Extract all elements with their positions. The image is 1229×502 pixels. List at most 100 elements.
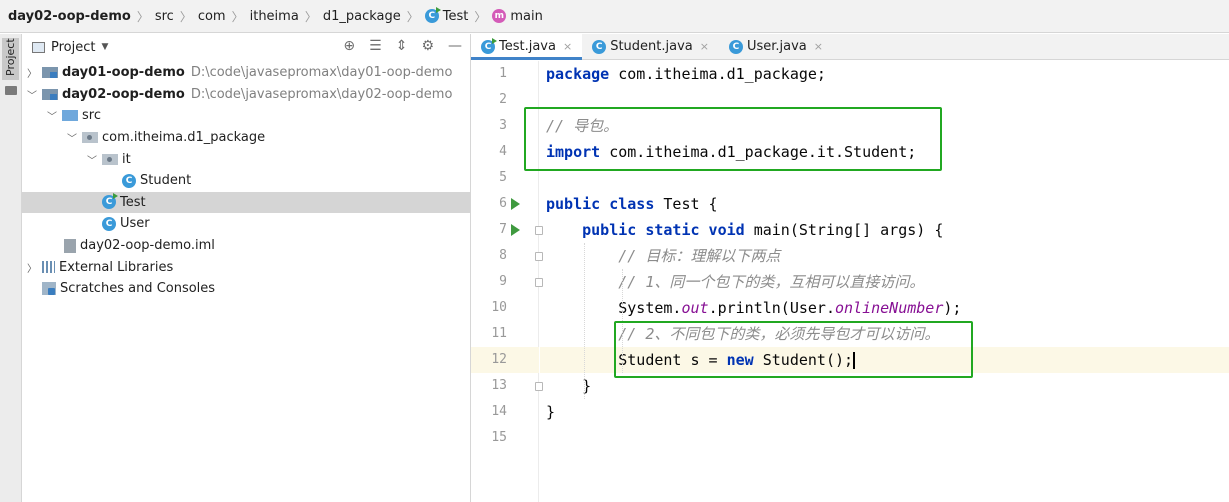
line-number: 12	[491, 352, 507, 367]
breadcrumb-item[interactable]: C Test	[424, 7, 469, 24]
folder-icon[interactable]	[5, 86, 17, 95]
editor-tab[interactable]: C Test.java ×	[471, 34, 583, 60]
project-view-icon	[32, 41, 45, 53]
editor-tab-label: User.java	[746, 39, 807, 54]
code-token: public class	[546, 195, 664, 213]
module-folder-icon	[42, 67, 58, 79]
code-line[interactable]: // 1、同一个包下的类，互相可以直接访问。	[546, 269, 924, 295]
code-line[interactable]: public static void main(String[] args) {	[546, 217, 943, 243]
breadcrumb-item[interactable]: src	[155, 9, 174, 24]
class-icon: C	[592, 39, 607, 54]
code-token: out	[681, 299, 709, 317]
line-number: 4	[499, 144, 507, 159]
tree-item-path: D:\code\javasepromax\day02-oop-demo	[190, 86, 453, 102]
line-number: 11	[491, 326, 507, 341]
breadcrumb-label: main	[510, 8, 543, 24]
editor-tab[interactable]: C User.java ×	[719, 34, 833, 59]
chevron-icon[interactable]: ﹀	[66, 130, 78, 145]
tree-item-label: Test	[120, 194, 146, 210]
editor-tab-label: Student.java	[610, 39, 693, 54]
run-icon[interactable]	[511, 224, 520, 236]
breadcrumb-separator: 〉	[406, 9, 419, 24]
tree-item[interactable]: ﹀ com.itheima.d1_package	[22, 127, 471, 149]
tree-item[interactable]: ﹀ day02-oop-demo D:\code\javasepromax\day0…	[22, 84, 471, 106]
breadcrumb-separator: 〉	[304, 9, 317, 24]
breadcrumb-label: com	[197, 8, 226, 24]
chevron-icon[interactable]: ﹀	[46, 108, 58, 123]
tree-item[interactable]: C User	[22, 213, 471, 235]
expand-all-icon[interactable]: ⇕	[396, 38, 408, 54]
breadcrumb-label: src	[154, 8, 174, 24]
project-panel-header: Project ▼ ⊕ ☰ ⇕ ⚙ —	[22, 34, 470, 60]
code-editor: C Test.java × C Student.java × C User.java × 123…	[471, 34, 1229, 502]
project-panel: Project ▼ ⊕ ☰ ⇕ ⚙ — 〉 day01-oop-demo D:\code\j…	[22, 34, 471, 502]
run-icon[interactable]	[511, 198, 520, 210]
breadcrumb-separator: 〉	[474, 9, 487, 24]
collapse-all-icon[interactable]: ☰	[369, 38, 382, 54]
line-number: 3	[499, 118, 507, 133]
libraries-icon	[42, 261, 55, 274]
tree-item[interactable]: C Test	[22, 191, 471, 214]
tree-item-label: com.itheima.d1_package	[102, 130, 266, 146]
code-line[interactable]: package com.itheima.d1_package;	[546, 61, 826, 87]
code-token: // 目标：理解以下两点	[618, 247, 781, 265]
breadcrumb-item[interactable]: m main	[492, 8, 543, 24]
class-run-icon: C	[481, 37, 497, 54]
line-number: 5	[499, 170, 507, 185]
breadcrumb-item[interactable]: d1_package	[323, 9, 401, 24]
code-token: );	[943, 299, 962, 317]
breadcrumb-separator: 〉	[136, 9, 149, 24]
source-folder-icon	[62, 110, 78, 122]
tree-item-label: src	[82, 108, 101, 124]
code-token: com.itheima.d1_package;	[618, 65, 826, 83]
breadcrumb-item[interactable]: com	[198, 9, 226, 24]
tree-item[interactable]: day02-oop-demo.iml	[22, 235, 471, 257]
tree-item-label: External Libraries	[59, 259, 174, 275]
breadcrumb-label: Test	[442, 8, 469, 24]
line-number: 7	[499, 222, 507, 237]
breadcrumb-separator: 〉	[179, 9, 192, 24]
project-tool-tab[interactable]: Project	[2, 38, 19, 80]
chevron-down-icon[interactable]: ▼	[101, 42, 108, 52]
tree-item[interactable]: Scratches and Consoles	[22, 278, 471, 300]
chevron-icon[interactable]: ﹀	[26, 87, 38, 102]
hide-icon[interactable]: —	[448, 38, 462, 54]
tree-item[interactable]: 〉 day01-oop-demo D:\code\javasepromax\day0…	[22, 62, 471, 84]
tree-item[interactable]: ﹀ src	[22, 105, 471, 127]
line-number: 1	[499, 66, 507, 81]
breadcrumb-item[interactable]: itheima	[250, 9, 299, 24]
breadcrumb-label: itheima	[249, 8, 299, 24]
tool-window-strip: Project	[0, 34, 22, 502]
chevron-icon[interactable]: 〉	[26, 260, 38, 275]
code-line[interactable]: }	[546, 399, 555, 425]
close-icon[interactable]: ×	[814, 40, 823, 53]
breadcrumb-label: d1_package	[322, 8, 401, 24]
tree-item-label: day01-oop-demo	[62, 65, 185, 81]
indent-guide	[584, 243, 585, 399]
module-file-icon	[64, 238, 76, 253]
line-number: 10	[491, 300, 507, 315]
close-icon[interactable]: ×	[700, 40, 709, 53]
line-number: 14	[491, 404, 507, 419]
code-line[interactable]: System.out.println(User.onlineNumber);	[546, 295, 961, 321]
chevron-icon[interactable]: 〉	[26, 65, 38, 80]
chevron-icon[interactable]: ﹀	[86, 152, 98, 167]
editor-tab[interactable]: C Student.java ×	[582, 34, 719, 59]
locate-icon[interactable]: ⊕	[343, 38, 355, 54]
breadcrumb-item[interactable]: day02-oop-demo	[8, 9, 131, 24]
class-icon: C	[122, 173, 136, 188]
code-line[interactable]: // 目标：理解以下两点	[546, 243, 780, 269]
line-number: 2	[499, 92, 507, 107]
tree-item[interactable]: ﹀ it	[22, 148, 471, 170]
gear-icon[interactable]: ⚙	[421, 38, 434, 54]
new-student-highlight-box	[614, 321, 973, 378]
code-token: }	[546, 403, 556, 421]
tree-item[interactable]: 〉 External Libraries	[22, 256, 471, 278]
editor-tab-bar: C Test.java × C Student.java × C User.java ×	[471, 34, 1229, 60]
close-icon[interactable]: ×	[563, 40, 572, 53]
project-view-title[interactable]: Project	[51, 40, 95, 55]
line-number: 6	[499, 196, 507, 211]
code-line[interactable]: public class Test {	[546, 191, 718, 217]
tree-item[interactable]: C Student	[22, 170, 471, 192]
